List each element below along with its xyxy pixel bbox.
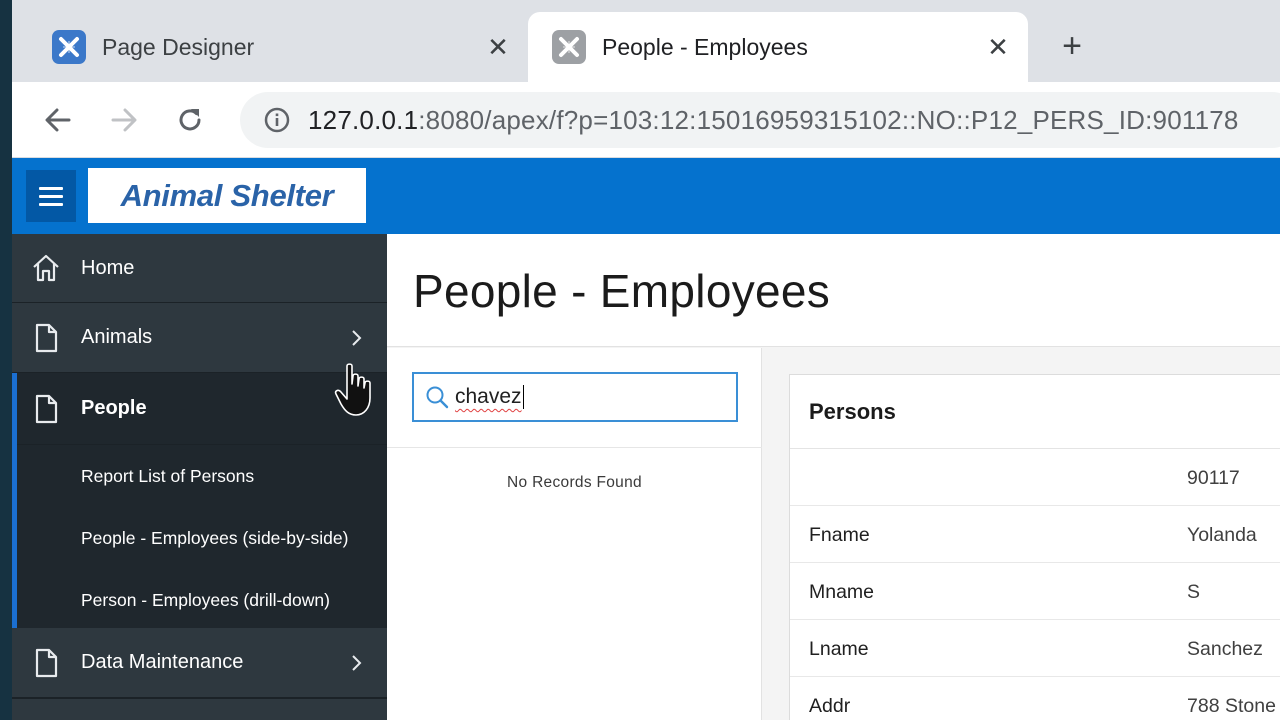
tab-page-designer[interactable]: Page Designer ✕	[12, 12, 528, 82]
page-icon	[30, 393, 62, 425]
record-row: Lname Sanchez	[790, 620, 1280, 677]
sidebar-item-people[interactable]: People	[12, 373, 387, 445]
hand-cursor-icon	[334, 363, 371, 416]
search-panel: chavez No Records Found	[387, 348, 762, 720]
sidebar-subitem-side-by-side[interactable]: People - Employees (side-by-side)	[12, 507, 387, 569]
close-icon[interactable]: ✕	[480, 29, 516, 65]
active-indicator	[12, 373, 17, 628]
record-label: Mname	[809, 581, 875, 603]
app-name: Animal Shelter	[120, 177, 334, 213]
sidebar-subitem-drill-down[interactable]: Person - Employees (drill-down)	[12, 569, 387, 631]
region-header: Persons	[790, 375, 1280, 449]
record-value: Yolanda	[1187, 524, 1257, 546]
sidebar-item-label: Home	[81, 256, 135, 279]
sidebar-item-home[interactable]: Home	[12, 234, 387, 303]
home-icon	[30, 252, 62, 284]
sidebar-item-data-maintenance[interactable]: Data Maintenance	[12, 628, 387, 698]
apex-icon	[552, 30, 586, 64]
app-logo[interactable]: Animal Shelter	[88, 168, 366, 223]
sidebar-subitem-label: Person - Employees (drill-down)	[81, 589, 330, 610]
record-value: S	[1187, 581, 1201, 603]
search-region: chavez	[387, 348, 762, 448]
info-icon[interactable]	[262, 105, 292, 135]
sidebar-subitem-report-list[interactable]: Report List of Persons	[12, 445, 387, 507]
record-value: 788 Stone	[1187, 695, 1276, 717]
chevron-right-icon[interactable]	[346, 328, 366, 348]
app-header: Animal Shelter	[12, 158, 1280, 234]
persons-region: Persons 90117 Fname Yolanda Mname S Lnam…	[789, 374, 1280, 720]
region-title: Persons	[809, 399, 896, 424]
close-icon[interactable]: ✕	[980, 29, 1016, 65]
record-label: Lname	[809, 638, 869, 660]
page-title: People - Employees	[413, 265, 831, 317]
record-value: 90117	[1187, 467, 1240, 489]
search-value: chavez	[455, 385, 522, 408]
window-edge	[0, 0, 12, 720]
tab-title: People - Employees	[602, 33, 808, 60]
main-content: People - Employees chavez No Records Fou…	[387, 234, 1280, 720]
arrow-left-icon	[45, 108, 71, 132]
url-path: :8080/apex/f?p=103:12:15016959315102::NO…	[418, 104, 1239, 135]
record-label: Fname	[809, 524, 870, 546]
url-host: 127.0.0.1	[308, 104, 419, 135]
text-caret	[522, 385, 524, 409]
record-label: Addr	[809, 695, 851, 717]
chevron-right-icon[interactable]	[346, 653, 366, 673]
back-button[interactable]	[38, 100, 78, 140]
record-value: Sanchez	[1187, 638, 1263, 660]
search-icon	[422, 382, 452, 412]
record-row: Mname S	[790, 563, 1280, 620]
address-bar[interactable]: 127.0.0.1:8080/apex/f?p=103:12:150169593…	[240, 92, 1280, 148]
sidebar-item-label: People	[81, 397, 147, 419]
search-input[interactable]: chavez	[412, 372, 738, 422]
arrow-right-icon	[111, 108, 137, 132]
browser-toolbar: 127.0.0.1:8080/apex/f?p=103:12:150169593…	[12, 82, 1280, 158]
url-text: 127.0.0.1:8080/apex/f?p=103:12:150169593…	[308, 105, 1239, 136]
sidebar-subitem-label: People - Employees (side-by-side)	[81, 527, 349, 548]
side-navigation: Home Animals People Report List of Perso…	[12, 234, 387, 720]
tab-title: Page Designer	[102, 33, 255, 60]
new-tab-button[interactable]: +	[1052, 26, 1092, 66]
forward-button[interactable]	[104, 100, 144, 140]
no-records-message: No Records Found	[507, 474, 642, 491]
menu-icon[interactable]	[26, 170, 76, 222]
sidebar-item-partial	[12, 698, 387, 720]
record-row: Fname Yolanda	[790, 506, 1280, 563]
sidebar-item-animals[interactable]: Animals	[12, 303, 387, 373]
browser-tab-strip: Page Designer ✕ People - Employees ✕ +	[12, 0, 1280, 82]
reload-button[interactable]	[170, 100, 210, 140]
sidebar-item-label: Animals	[81, 326, 153, 348]
page-icon	[30, 647, 62, 679]
record-row: 90117	[790, 449, 1280, 506]
reload-icon	[179, 109, 201, 131]
tab-people-employees[interactable]: People - Employees ✕	[528, 12, 1028, 82]
record-row: Addr 788 Stone	[790, 677, 1280, 720]
apex-icon	[52, 30, 86, 64]
sidebar-item-label: Data Maintenance	[81, 651, 244, 673]
sidebar-subitem-label: Report List of Persons	[81, 465, 255, 486]
title-bar: People - Employees	[387, 234, 1280, 347]
page-icon	[30, 322, 62, 354]
